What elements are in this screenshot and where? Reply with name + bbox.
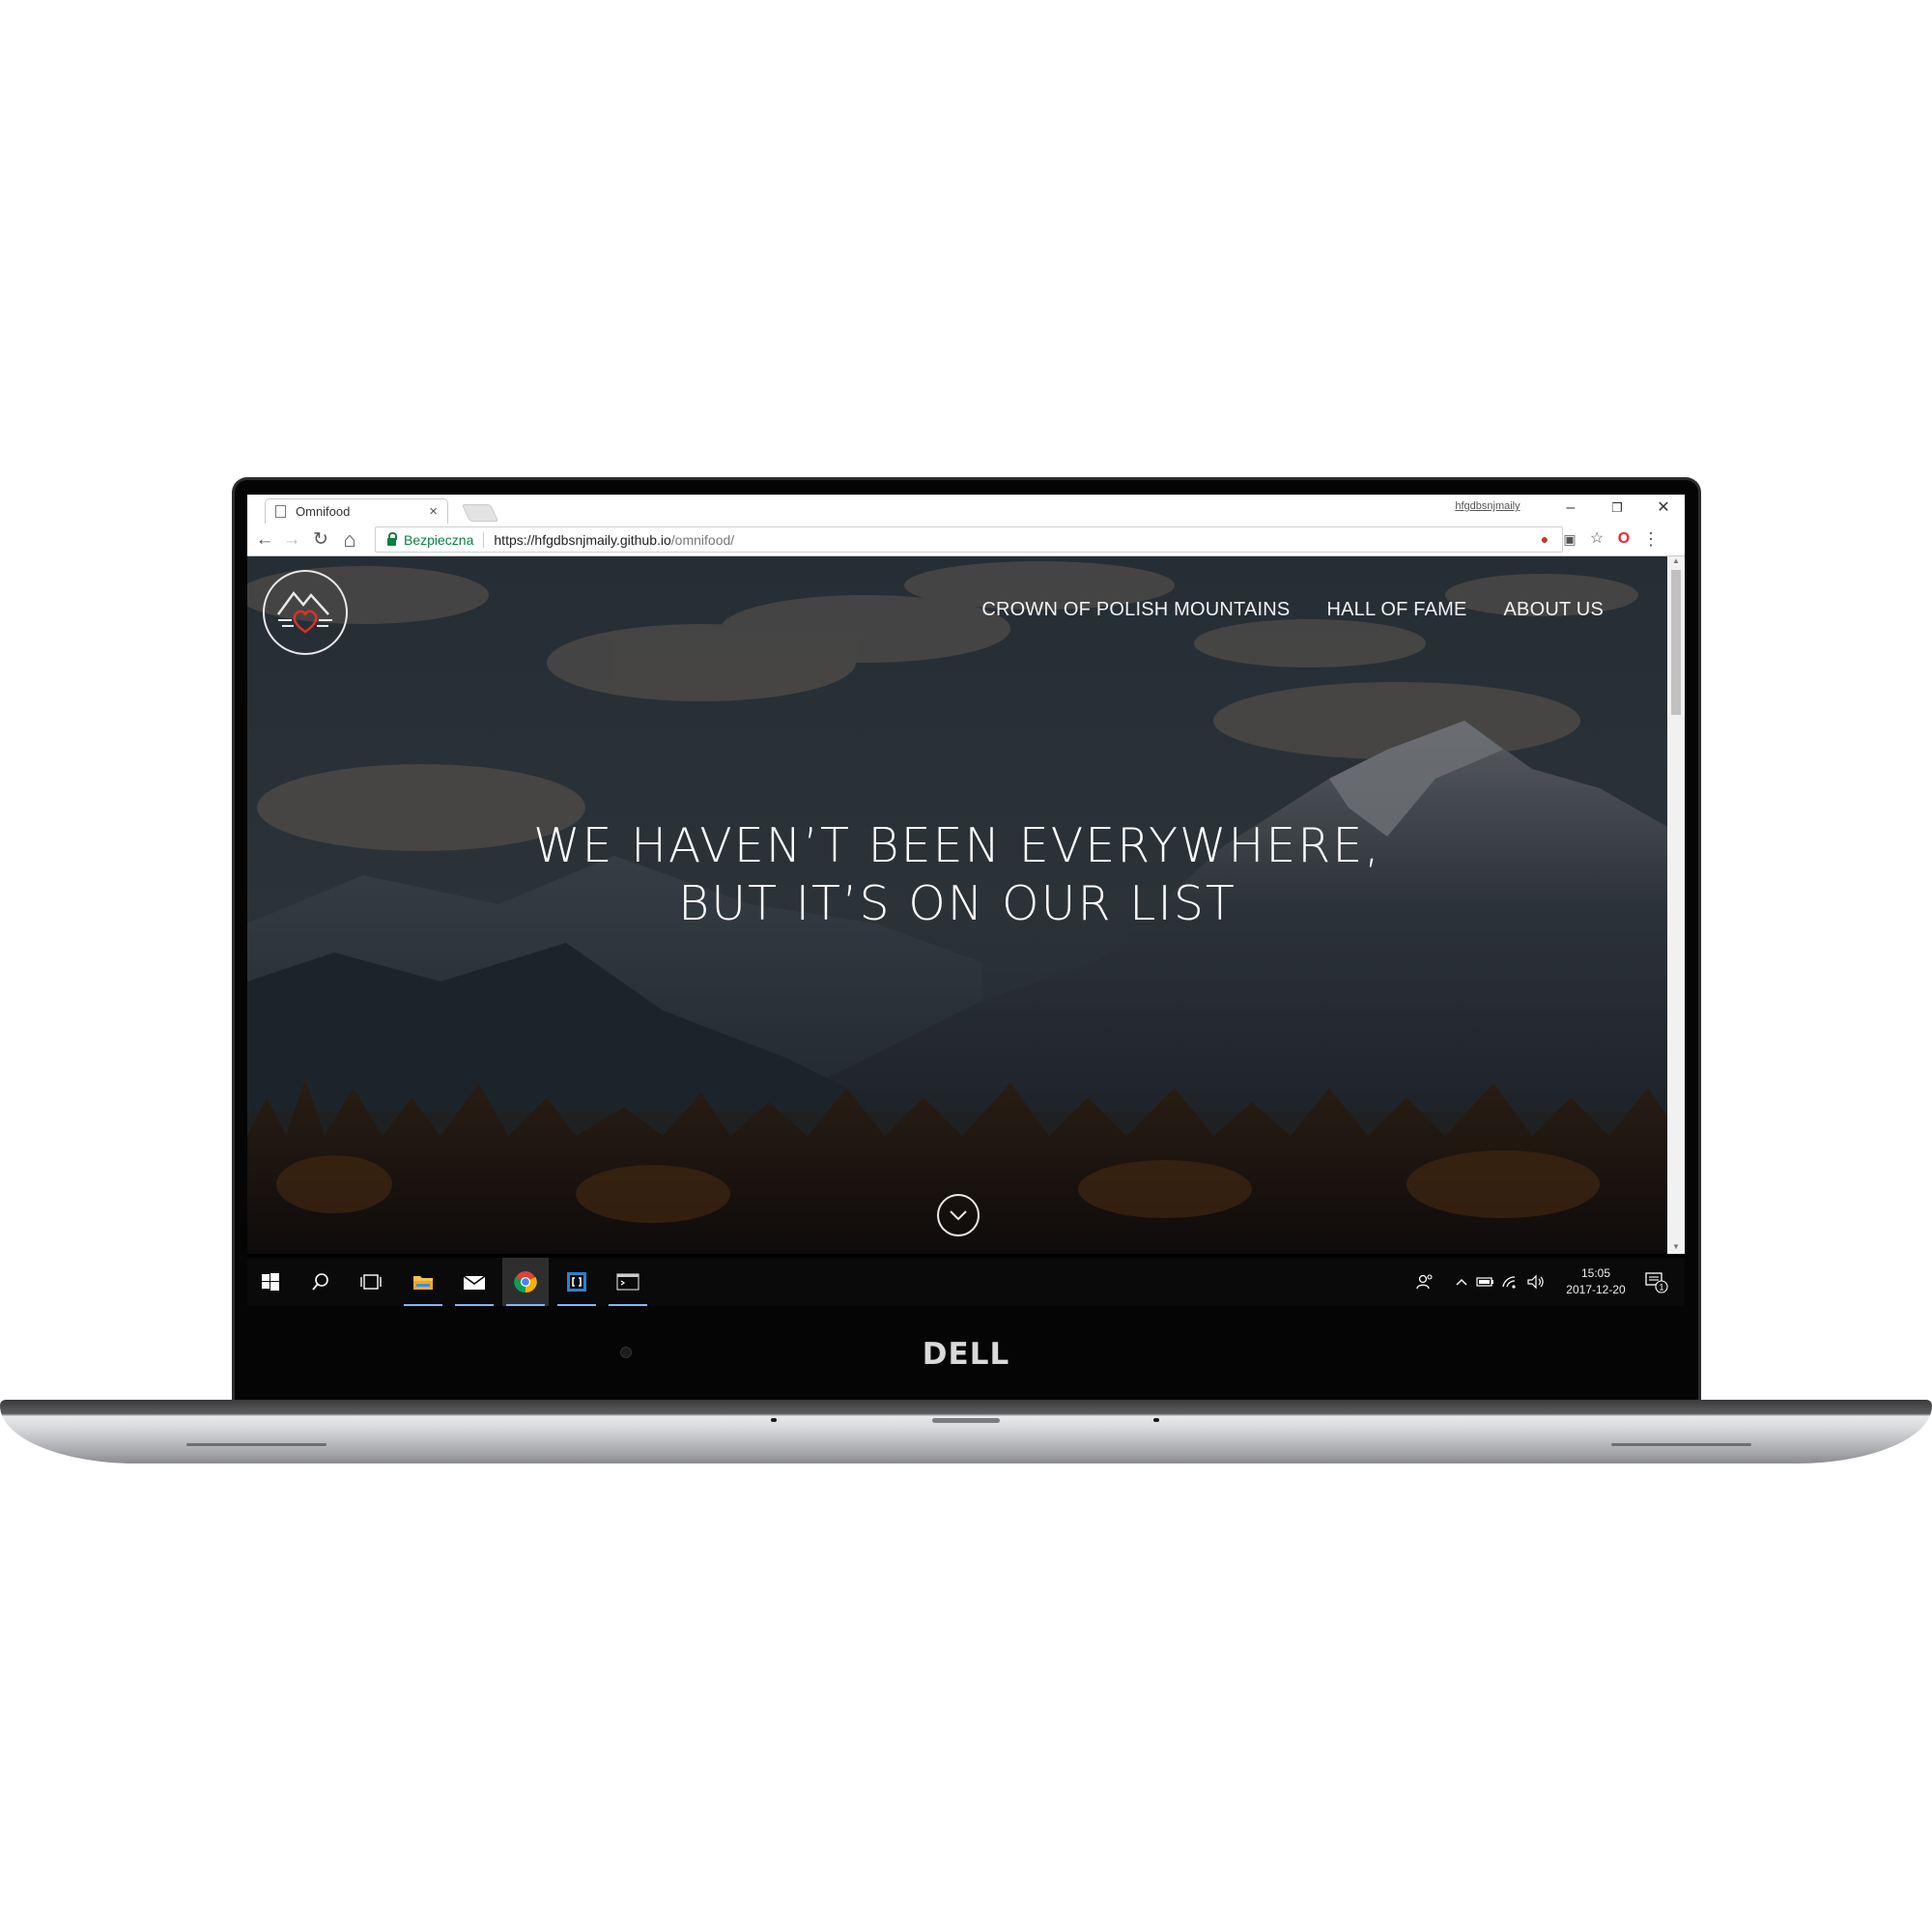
toolbar: ← → ↻ ⌂ Bezpieczna https://hfgdbsnjmaily… bbox=[247, 524, 1685, 556]
running-indicator bbox=[506, 1304, 545, 1306]
action-center-icon[interactable]: 1 bbox=[1644, 1258, 1669, 1306]
nav-crown-of-polish-mountains[interactable]: CROWN OF POLISH MOUNTAINS bbox=[981, 599, 1290, 621]
hero-line-2: BUT IT’S ON OUR LIST bbox=[678, 876, 1236, 931]
page-scrollbar[interactable]: ▲ ▼ bbox=[1667, 556, 1685, 1254]
restore-button[interactable]: ❐ bbox=[1598, 497, 1636, 519]
adblock-icon[interactable]: ● bbox=[1534, 528, 1555, 550]
running-indicator bbox=[455, 1304, 494, 1306]
minimize-button[interactable]: – bbox=[1551, 497, 1590, 519]
nav-hall-of-fame[interactable]: HALL OF FAME bbox=[1326, 599, 1466, 621]
task-view-icon[interactable] bbox=[348, 1258, 394, 1306]
bookmark-star-icon[interactable]: ☆ bbox=[1586, 528, 1607, 550]
mountain-heart-logo-icon bbox=[276, 590, 332, 634]
new-tab-button[interactable] bbox=[461, 504, 499, 522]
running-indicator bbox=[609, 1304, 647, 1306]
speaker-vent-right bbox=[1611, 1443, 1751, 1446]
hinge-foot-right bbox=[1153, 1418, 1159, 1422]
tray-overflow-icon[interactable] bbox=[1455, 1258, 1468, 1306]
hero-section: CROWN OF POLISH MOUNTAINS HALL OF FAME A… bbox=[247, 556, 1667, 1254]
chevron-down-icon bbox=[950, 1210, 967, 1221]
close-window-button[interactable]: ✕ bbox=[1644, 497, 1683, 519]
scroll-down-arrow-icon[interactable]: ▼ bbox=[1667, 1242, 1685, 1254]
search-icon[interactable] bbox=[298, 1258, 344, 1306]
scroll-down-button[interactable] bbox=[937, 1194, 980, 1236]
screen: Omnifood × hfgdbsnjmaily – ❐ ✕ ← → ↻ ⌂ B… bbox=[247, 495, 1685, 1306]
main-nav: CROWN OF POLISH MOUNTAINS HALL OF FAME A… bbox=[981, 599, 1604, 621]
page-icon bbox=[275, 505, 286, 518]
people-icon[interactable] bbox=[1416, 1258, 1434, 1306]
opera-icon[interactable]: O bbox=[1613, 528, 1634, 550]
url-path: /omnifood/ bbox=[670, 531, 735, 548]
forward-icon[interactable]: → bbox=[280, 528, 303, 552]
windows-taskbar: 15:05 2017-12-20 1 bbox=[247, 1258, 1685, 1306]
address-bar[interactable]: Bezpieczna https://hfgdbsnjmaily.github.… bbox=[375, 526, 1563, 553]
tab-title: Omnifood bbox=[296, 504, 351, 519]
running-indicator bbox=[404, 1304, 442, 1306]
system-clock[interactable]: 15:05 2017-12-20 bbox=[1557, 1265, 1634, 1298]
hinge-notch bbox=[932, 1418, 1000, 1423]
scroll-up-icon[interactable]: ▲ bbox=[1667, 556, 1685, 568]
terminal-icon[interactable] bbox=[605, 1258, 651, 1306]
tab-close-icon[interactable]: × bbox=[429, 503, 438, 520]
menu-dots-icon[interactable]: ⋮ bbox=[1640, 528, 1662, 550]
volume-icon[interactable] bbox=[1526, 1258, 1546, 1306]
clock-time: 15:05 bbox=[1580, 1266, 1611, 1280]
laptop-base bbox=[0, 1400, 1932, 1463]
home-icon[interactable]: ⌂ bbox=[338, 528, 361, 552]
lock-icon bbox=[387, 531, 397, 546]
profile-button[interactable]: hfgdbsnjmaily bbox=[1451, 500, 1524, 516]
notification-count: 1 bbox=[1659, 1283, 1663, 1293]
hero-heading: WE HAVEN’T BEEN EVERYWHERE, BUT IT’S ON … bbox=[247, 817, 1667, 933]
hinge-foot-left bbox=[771, 1418, 777, 1422]
start-icon[interactable] bbox=[247, 1258, 294, 1306]
chrome-icon[interactable] bbox=[502, 1258, 549, 1306]
tab-strip: Omnifood × hfgdbsnjmaily – ❐ ✕ bbox=[247, 495, 1685, 524]
speaker-vent-left bbox=[186, 1443, 327, 1446]
scroll-thumb[interactable] bbox=[1671, 570, 1681, 715]
mail-icon[interactable] bbox=[451, 1258, 497, 1306]
brackets-icon[interactable] bbox=[554, 1258, 600, 1306]
battery-icon[interactable] bbox=[1476, 1258, 1495, 1306]
webcam bbox=[620, 1347, 632, 1358]
back-icon[interactable]: ← bbox=[253, 528, 276, 552]
brand-logo: DELL bbox=[922, 1337, 1010, 1372]
file-explorer-icon[interactable] bbox=[400, 1258, 446, 1306]
url-host: https://hfgdbsnjmaily.github.io bbox=[494, 531, 671, 548]
nav-about-us[interactable]: ABOUT US bbox=[1504, 599, 1604, 621]
site-logo[interactable] bbox=[263, 570, 348, 655]
divider bbox=[483, 531, 485, 548]
wifi-icon[interactable] bbox=[1501, 1258, 1519, 1306]
hero-line-1: WE HAVEN’T BEEN EVERYWHERE, bbox=[533, 818, 1381, 873]
security-label: Bezpieczna bbox=[404, 531, 474, 548]
clock-date: 2017-12-20 bbox=[1566, 1283, 1626, 1296]
translate-icon[interactable]: ▣ bbox=[1559, 528, 1580, 550]
reload-icon[interactable]: ↻ bbox=[309, 528, 332, 552]
tab-omnifood[interactable]: Omnifood × bbox=[265, 498, 448, 524]
running-indicator bbox=[557, 1304, 596, 1306]
